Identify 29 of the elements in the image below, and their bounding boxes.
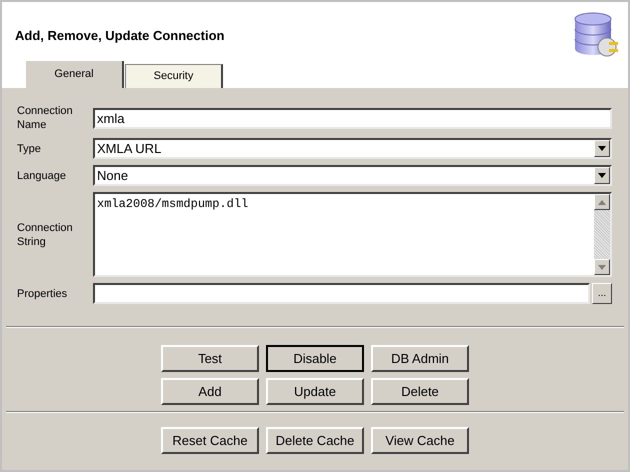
dropdown[interactable]: None xyxy=(93,165,612,186)
input-field[interactable]: xmla xyxy=(93,108,612,128)
action-button[interactable]: Add xyxy=(161,378,259,405)
text-area[interactable]: xmla2008/msmdpump.dll xyxy=(93,192,612,277)
dropdown[interactable]: XMLA URL xyxy=(93,138,612,159)
input-field[interactable] xyxy=(93,283,590,304)
action-button[interactable]: Delete xyxy=(371,378,469,405)
dropdown-arrow-icon xyxy=(598,173,606,178)
action-button[interactable]: DB Admin xyxy=(371,345,469,372)
field-label: Properties xyxy=(17,286,68,300)
tab[interactable]: Security xyxy=(125,64,223,88)
database-plug-icon xyxy=(573,11,619,57)
tab[interactable]: General xyxy=(26,61,124,88)
action-button[interactable]: Reset Cache xyxy=(161,427,259,454)
browse-button[interactable]: ... xyxy=(592,283,612,304)
dropdown-arrow-icon xyxy=(598,146,606,151)
scrollbar[interactable] xyxy=(594,194,610,275)
field-label: Connection String xyxy=(17,220,74,248)
field-label: Language xyxy=(17,168,67,182)
action-button[interactable]: Delete Cache xyxy=(266,427,364,454)
action-button[interactable]: View Cache xyxy=(371,427,469,454)
scroll-down-icon xyxy=(598,264,606,270)
field-label: Type xyxy=(17,142,42,156)
action-button[interactable]: Disable xyxy=(266,345,364,372)
action-button[interactable]: Update xyxy=(266,378,364,405)
scroll-up-icon xyxy=(598,200,606,204)
dialog-title: Add, Remove, Update Connection xyxy=(15,27,224,45)
action-button[interactable]: Test xyxy=(161,345,259,372)
field-label: Connection Name xyxy=(17,104,74,132)
